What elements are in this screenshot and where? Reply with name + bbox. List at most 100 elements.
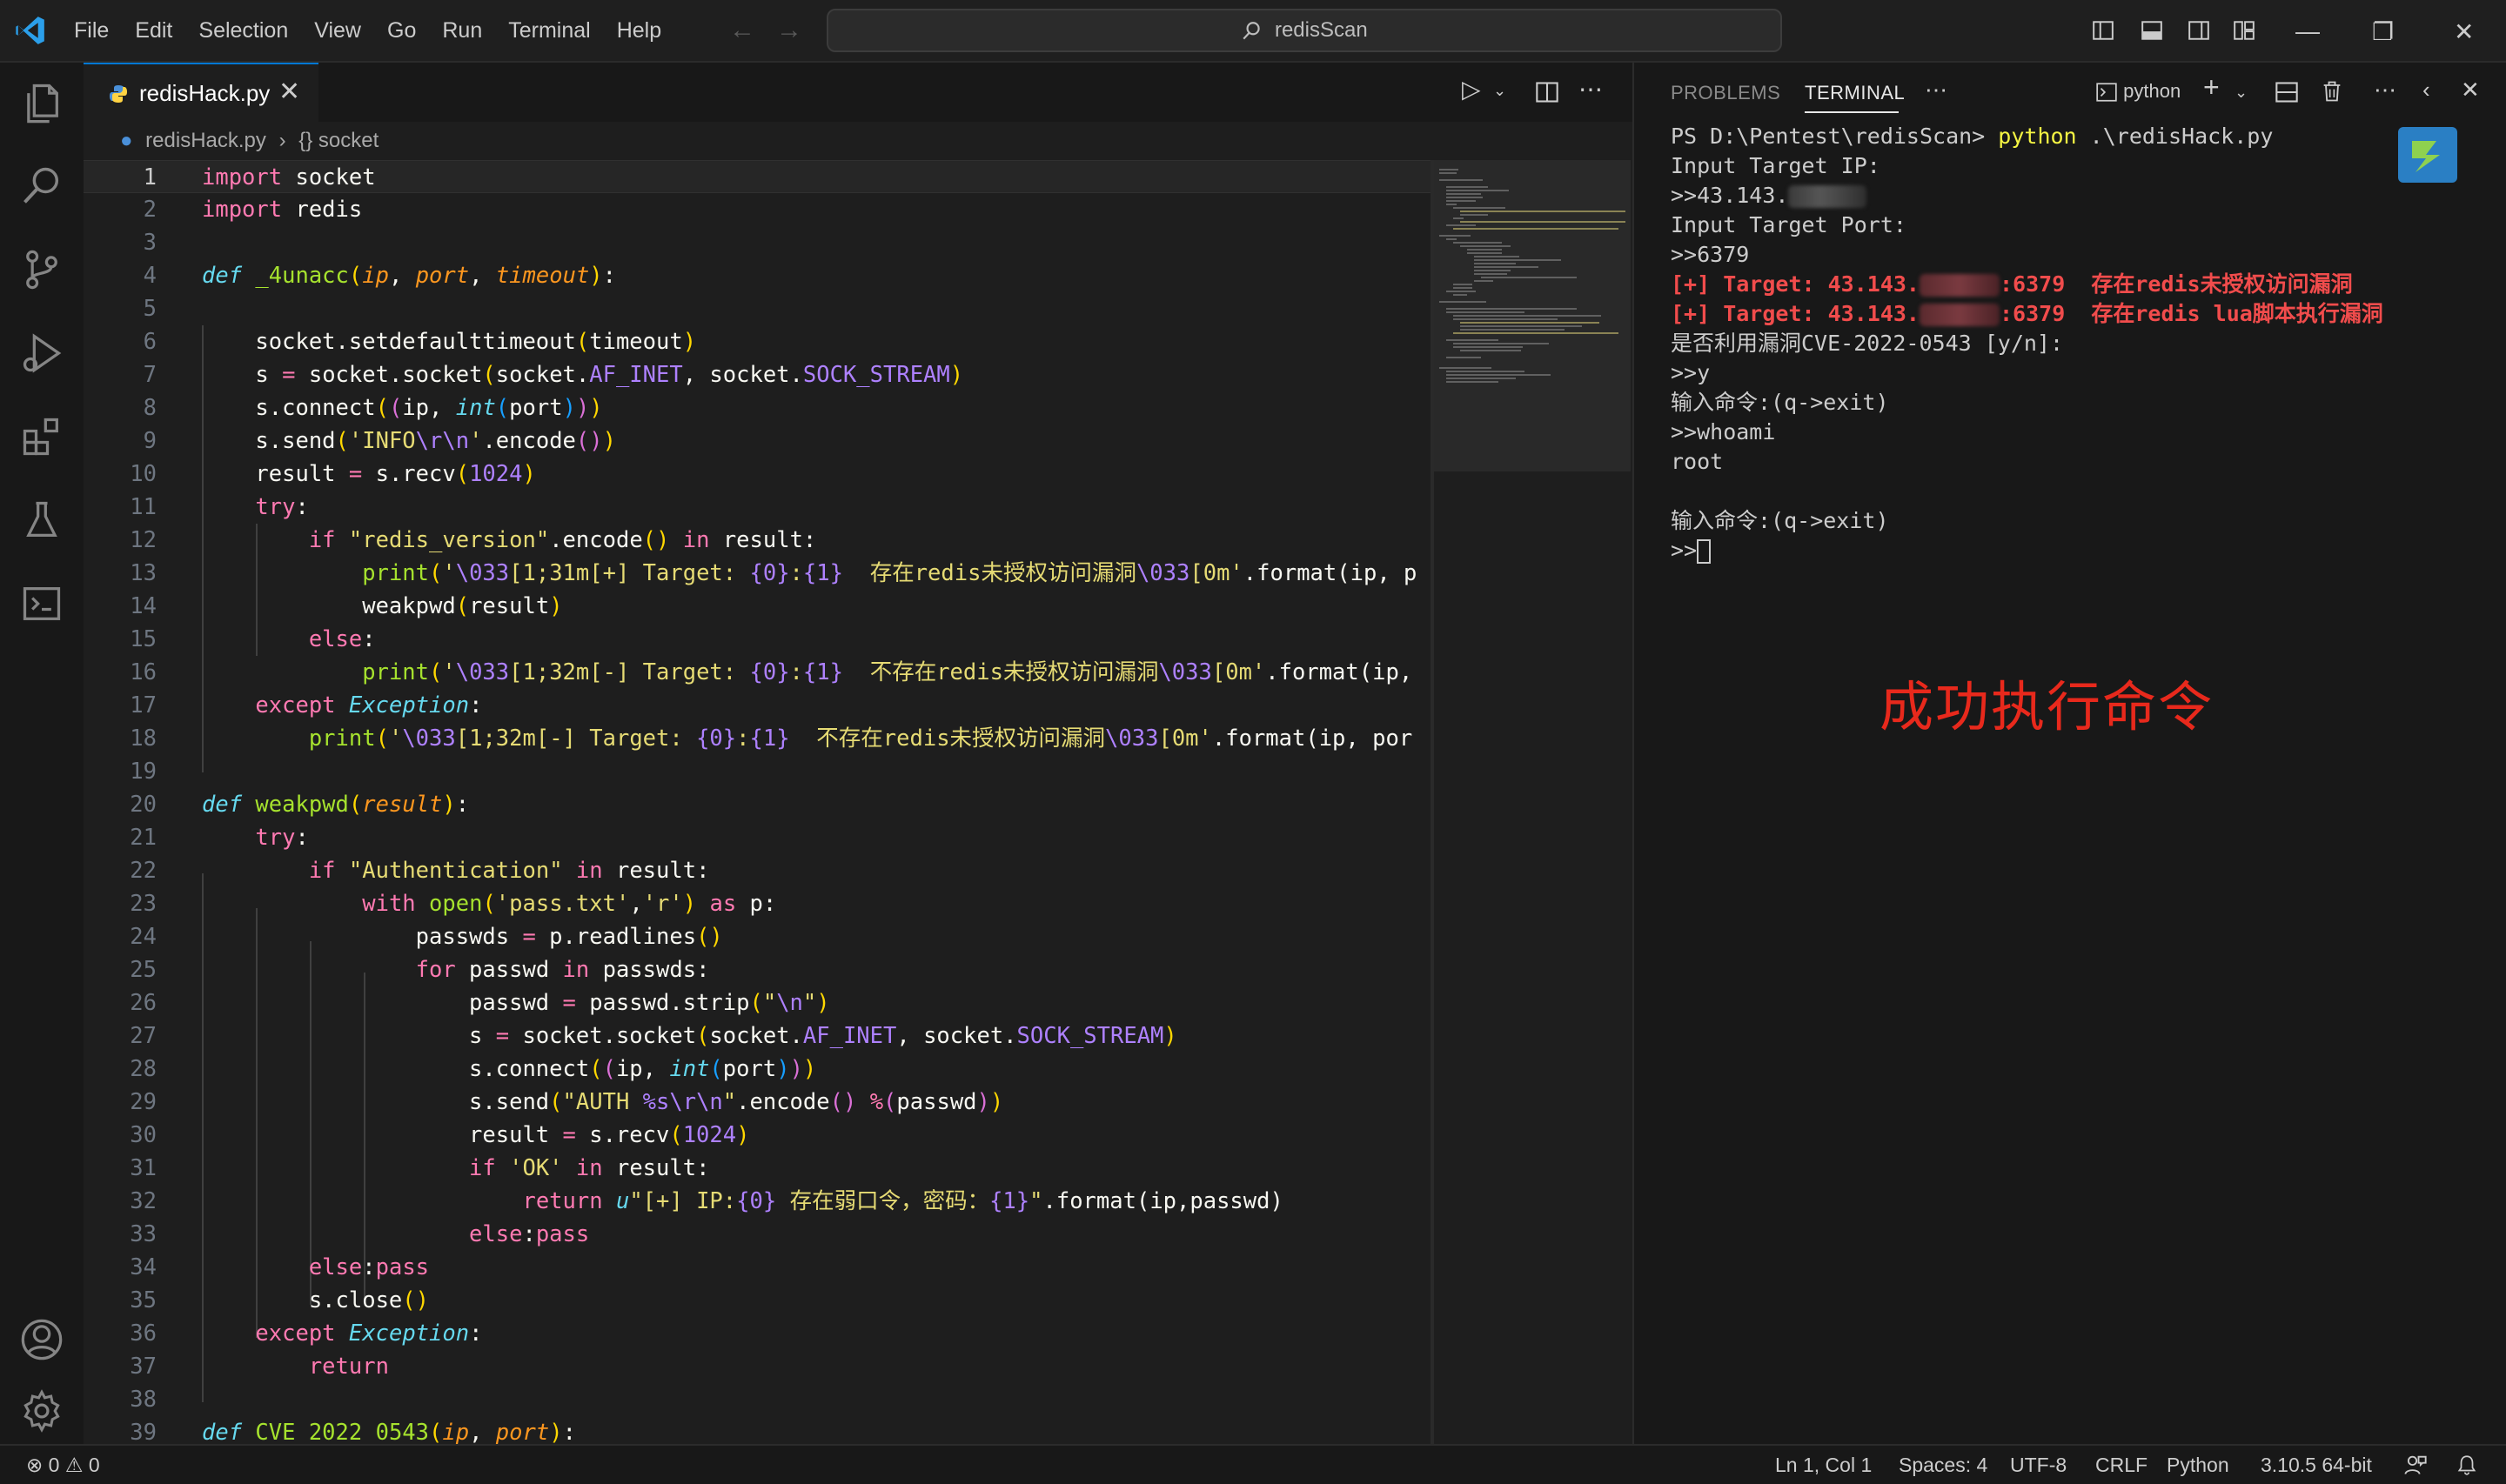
error-icon: ⊗ xyxy=(26,1454,44,1476)
toggle-panel-icon[interactable] xyxy=(2141,19,2163,42)
panel-tabs: PROBLEMS TERMINAL ⋯ python + ⌄ ⋯ ‹ ✕ xyxy=(1634,63,2506,122)
customize-layout-icon[interactable] xyxy=(2233,19,2255,42)
code-line: 21 try: xyxy=(130,825,309,851)
tab-problems[interactable]: PROBLEMS xyxy=(1671,82,1780,104)
code-line: 11 try: xyxy=(130,494,309,520)
menu-run[interactable]: Run xyxy=(429,0,495,61)
indentation-status[interactable]: Spaces: 4 xyxy=(1899,1454,1987,1477)
new-terminal-icon[interactable]: + xyxy=(2203,71,2220,104)
minimap-slider[interactable] xyxy=(1434,160,1631,471)
go-forward-icon[interactable]: → xyxy=(776,16,802,45)
toggle-secondary-sidebar-icon[interactable] xyxy=(2188,19,2210,42)
terminal-line: >>whoami xyxy=(1671,419,1776,445)
activity-bar xyxy=(0,63,84,1444)
tab-close-icon[interactable]: ✕ xyxy=(278,77,300,107)
error-count: 0 xyxy=(48,1454,60,1476)
code-line: 34 else:pass xyxy=(130,1254,430,1280)
menu-terminal[interactable]: Terminal xyxy=(495,0,603,61)
terminal-line: Input Target IP: xyxy=(1671,153,1880,178)
minimap[interactable] xyxy=(1434,160,1631,1444)
terminal-dropdown-chevron-icon[interactable]: ⌄ xyxy=(2235,84,2248,102)
run-python-file-icon[interactable]: ▷ xyxy=(1462,75,1481,104)
minimize-icon[interactable]: — xyxy=(2295,17,2320,45)
breadcrumb: ● redisHack.py › {} socket xyxy=(120,129,385,158)
python-file-icon: ● xyxy=(120,129,133,152)
code-line: 17 except Exception: xyxy=(130,692,483,719)
extensions-icon[interactable] xyxy=(19,414,64,459)
language-mode[interactable]: Python xyxy=(2167,1454,2229,1477)
redacted-ip-blur xyxy=(1788,185,1867,208)
close-panel-icon[interactable]: ✕ xyxy=(2461,77,2480,104)
split-editor-icon[interactable] xyxy=(1535,80,1559,104)
panel-more-icon[interactable]: ⋯ xyxy=(1925,77,1947,104)
code-line: 36 except Exception: xyxy=(130,1320,483,1347)
code-line: 39 def CVE_2022_0543(ip, port): xyxy=(130,1420,576,1444)
code-line: 31 if 'OK' in result: xyxy=(130,1155,710,1181)
kill-terminal-trash-icon[interactable] xyxy=(2320,78,2344,104)
code-line: 10 result = s.recv(1024) xyxy=(130,461,536,487)
terminal-line: >>6379 xyxy=(1671,242,1750,267)
eol-status[interactable]: CRLF xyxy=(2095,1454,2148,1477)
feedback-icon[interactable] xyxy=(2403,1453,2428,1477)
menu-edit[interactable]: Edit xyxy=(122,0,185,61)
code-line: 33 else:pass xyxy=(130,1221,590,1247)
cursor-position[interactable]: Ln 1, Col 1 xyxy=(1775,1454,1872,1477)
title-bar: File Edit Selection View Go Run Terminal… xyxy=(0,0,2506,63)
menu-help[interactable]: Help xyxy=(604,0,674,61)
panel: PROBLEMS TERMINAL ⋯ python + ⌄ ⋯ ‹ ✕ PS … xyxy=(1632,63,2506,1444)
code-editor[interactable]: 1 import socket 2 import redis 3 4 def _4un… xyxy=(84,160,1434,1444)
menu-bar: File Edit Selection View Go Run Terminal… xyxy=(61,0,674,61)
remote-explorer-icon[interactable] xyxy=(19,581,64,626)
menu-file[interactable]: File xyxy=(61,0,122,61)
terminal-line: 输入命令:(q->exit) xyxy=(1671,390,1889,415)
chevron-left-icon[interactable]: ‹ xyxy=(2422,77,2430,104)
editor-group: redisHack.py ✕ ▷ ⌄ ⋯ ● redisHack.py › {}… xyxy=(84,63,1632,1444)
code-line: 29 s.send("AUTH %s\r\n".encode() %(passw… xyxy=(130,1089,1004,1115)
close-window-icon[interactable]: ✕ xyxy=(2454,17,2474,46)
code-line: 18 print('\033[1;32m[-] Target: {0}:{1} … xyxy=(130,725,1413,752)
code-line: 26 passwd = passwd.strip("\n") xyxy=(130,990,830,1016)
code-line: 8 s.connect((ip, int(port))) xyxy=(143,395,603,421)
encoding-status[interactable]: UTF-8 xyxy=(2010,1454,2067,1477)
more-actions-icon[interactable]: ⋯ xyxy=(1578,75,1603,104)
code-line: 16 print('\033[1;32m[-] Target: {0}:{1} … xyxy=(130,659,1413,685)
python-interpreter[interactable]: 3.10.5 64-bit xyxy=(2261,1454,2372,1477)
explorer-icon[interactable] xyxy=(19,80,64,125)
tab-redishack-py[interactable]: redisHack.py ✕ xyxy=(84,63,318,124)
testing-icon[interactable] xyxy=(19,498,64,543)
code-line: 1 import socket xyxy=(84,160,1434,193)
code-line: 24 passwds = p.readlines() xyxy=(130,924,723,950)
go-back-icon[interactable]: ← xyxy=(729,16,755,45)
source-control-icon[interactable] xyxy=(19,247,64,292)
terminal-instance-selector[interactable]: python xyxy=(2095,80,2181,104)
accounts-icon[interactable] xyxy=(19,1317,64,1362)
split-terminal-icon[interactable] xyxy=(2275,80,2299,104)
vscode-icon[interactable] xyxy=(14,14,47,47)
breadcrumb-file[interactable]: redisHack.py xyxy=(145,129,266,152)
menu-go[interactable]: Go xyxy=(374,0,429,61)
tab-terminal[interactable]: TERMINAL xyxy=(1805,82,1905,104)
run-debug-icon[interactable] xyxy=(19,331,64,376)
terminal-line: root xyxy=(1671,449,1724,474)
notifications-bell-icon[interactable] xyxy=(2456,1453,2478,1477)
warning-icon: ⚠ xyxy=(64,1454,84,1476)
problems-status[interactable]: ⊗ 0 ⚠ 0 xyxy=(26,1454,100,1477)
terminal-line: Input Target Port: xyxy=(1671,212,1906,237)
search-icon[interactable] xyxy=(19,164,64,209)
code-line: 20 def weakpwd(result): xyxy=(130,792,470,818)
menu-view[interactable]: View xyxy=(301,0,374,61)
command-center-search[interactable]: redisScan xyxy=(827,9,1782,52)
panel-more-actions-icon[interactable]: ⋯ xyxy=(2374,77,2396,104)
run-dropdown-chevron-icon[interactable]: ⌄ xyxy=(1493,82,1506,100)
code-line: 15 else: xyxy=(130,626,376,652)
code-line: 6 socket.setdefaulttimeout(timeout) xyxy=(143,329,697,355)
toggle-primary-sidebar-icon[interactable] xyxy=(2092,19,2114,42)
breadcrumb-symbol[interactable]: {} socket xyxy=(298,129,379,152)
restore-icon[interactable]: ❐ xyxy=(2372,17,2394,46)
terminal-output[interactable]: PS D:\Pentest\redisScan> python .\redisH… xyxy=(1671,122,2489,565)
code-line: 3 xyxy=(143,230,157,256)
manage-gear-icon[interactable] xyxy=(19,1388,64,1434)
terminal-line: >>43.143. xyxy=(1671,181,2489,211)
menu-selection[interactable]: Selection xyxy=(185,0,301,61)
